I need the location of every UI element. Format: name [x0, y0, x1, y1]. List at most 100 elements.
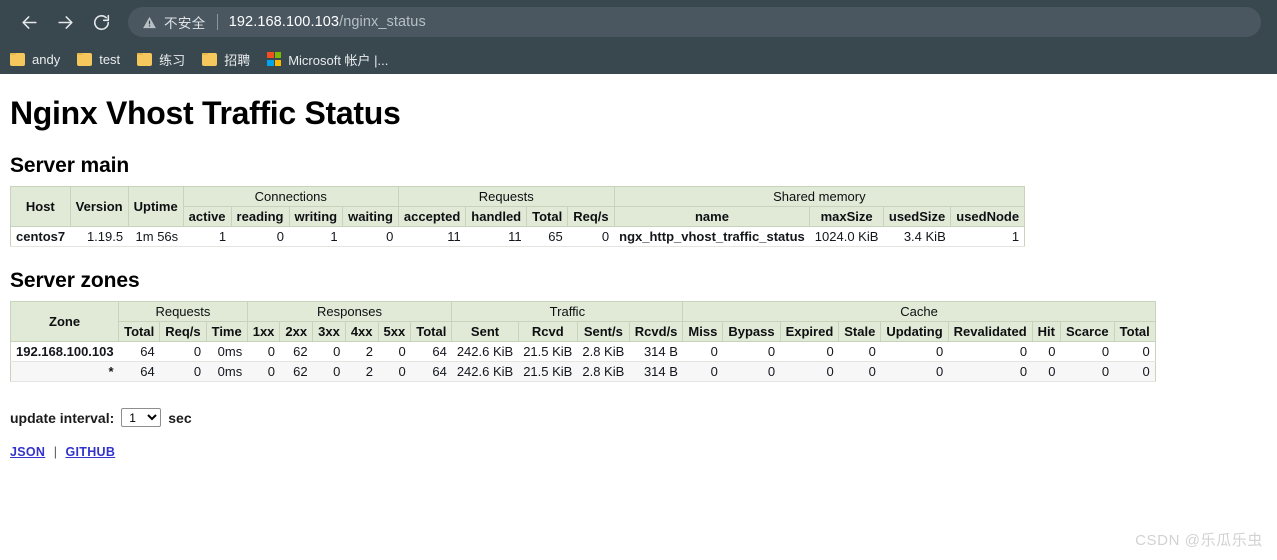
- url-text: 192.168.100.103/nginx_status: [229, 14, 426, 30]
- cell-req-time: 0ms: [206, 361, 248, 382]
- cell-writing: 1: [289, 226, 343, 247]
- json-link[interactable]: JSON: [10, 445, 45, 459]
- col-handled: handled: [465, 206, 528, 227]
- cell-zone: 192.168.100.103: [10, 341, 119, 362]
- col-traffic-rcvd-s: Rcvd/s: [628, 321, 684, 342]
- col-writing: writing: [288, 206, 344, 227]
- col-cache-stale: Stale: [838, 321, 882, 342]
- col-resp-total: Total: [410, 321, 453, 342]
- col-cache-total: Total: [1113, 321, 1156, 342]
- security-status-label: 不安全: [164, 16, 206, 31]
- update-interval-select[interactable]: 1235103060: [121, 408, 162, 427]
- cell-resp-total: 64: [410, 361, 452, 382]
- col-resp-3xx: 3xx: [312, 321, 346, 342]
- server-zones-table: Zone Requests Responses Traffic Cache To…: [9, 301, 1156, 382]
- cell-resp-2xx: 62: [279, 341, 313, 362]
- cell-waiting: 0: [342, 226, 399, 247]
- bookmark-label: 练习: [159, 52, 186, 68]
- bookmark-zhaopin[interactable]: 招聘: [202, 50, 250, 69]
- cell-resp-2xx: 62: [279, 361, 313, 382]
- back-arrow-icon: [20, 13, 39, 32]
- github-link[interactable]: GITHUB: [65, 445, 115, 459]
- cell-cache-expired: 0: [780, 341, 839, 362]
- cell-cache-total: 0: [1114, 361, 1156, 382]
- col-shm-used-node: usedNode: [950, 206, 1026, 227]
- cell-cache-scarce: 0: [1060, 361, 1115, 382]
- table-header-group-row: Zone Requests Responses Traffic Cache: [9, 301, 1156, 342]
- cell-accepted: 11: [398, 226, 466, 247]
- bookmark-microsoft-account[interactable]: Microsoft 帐户 |...: [267, 50, 388, 69]
- update-interval-label: update interval:: [10, 409, 115, 426]
- col-host: Host: [10, 186, 71, 227]
- back-button[interactable]: [14, 7, 44, 37]
- bookmark-test[interactable]: test: [77, 52, 120, 67]
- cell-host: centos7: [10, 226, 71, 247]
- bookmark-andy[interactable]: andy: [10, 52, 60, 67]
- col-req-total: Total: [526, 206, 569, 227]
- cell-zone: *: [10, 361, 119, 382]
- section-title-server-zones: Server zones: [10, 269, 140, 292]
- col-req-per-sec: Req/s: [567, 206, 615, 227]
- col-uptime: Uptime: [127, 186, 184, 227]
- cell-req-total: 64: [118, 361, 160, 382]
- cell-traffic-rcvd-s: 314 B: [629, 341, 683, 362]
- watermark: CSDN @乐瓜乐虫: [1135, 532, 1263, 549]
- cell-traffic-rcvd-s: 314 B: [629, 361, 683, 382]
- server-main-table: Host Version Uptime Connections Requests…: [10, 186, 1026, 247]
- cell-req-per-sec: 0: [159, 361, 207, 382]
- update-interval-unit: sec: [168, 409, 192, 426]
- microsoft-logo-icon: [267, 52, 282, 66]
- reload-button[interactable]: [86, 7, 116, 37]
- folder-icon: [202, 52, 218, 66]
- cell-req-total: 65: [526, 226, 568, 247]
- table-row: centos7 1.19.5 1m 56s 1 0 1 0 11 11 65 0…: [10, 226, 1025, 247]
- col-cache-expired: Expired: [779, 321, 840, 342]
- cell-resp-total: 64: [410, 341, 452, 362]
- folder-icon: [10, 52, 25, 66]
- page-content: Nginx Vhost Traffic Status Server main H…: [0, 95, 1277, 459]
- reload-icon: [92, 13, 111, 32]
- cell-handled: 11: [465, 226, 527, 247]
- table-row: * 64 0 0ms 0 62 0 2 0 64 242.6 KiB 21.5 …: [10, 361, 1156, 382]
- section-title-server-main: Server main: [10, 154, 130, 177]
- bookmark-label: Microsoft 帐户 |...: [288, 52, 389, 68]
- cell-req-per-sec: 0: [567, 226, 615, 247]
- table-header-group-row: Host Version Uptime Connections Requests…: [10, 186, 1026, 227]
- cell-shm-max-size: 1024.0 KiB: [809, 226, 884, 247]
- forward-button[interactable]: [50, 7, 80, 37]
- col-cache-hit: Hit: [1031, 321, 1062, 342]
- cell-cache-stale: 0: [838, 341, 881, 362]
- col-version: Version: [69, 186, 129, 227]
- cell-shm-used-size: 3.4 KiB: [883, 226, 951, 247]
- cell-resp-4xx: 2: [345, 361, 379, 382]
- cell-cache-updating: 0: [880, 361, 949, 382]
- cell-cache-expired: 0: [780, 361, 839, 382]
- cell-version: 1.19.5: [70, 226, 129, 247]
- cell-cache-total: 0: [1114, 341, 1156, 362]
- url-path: /nginx_status: [339, 14, 426, 30]
- col-req-per-sec: Req/s: [159, 321, 207, 342]
- col-req-time: Time: [205, 321, 248, 342]
- col-reading: reading: [230, 206, 290, 227]
- page-title: Nginx Vhost Traffic Status: [10, 95, 401, 131]
- cell-traffic-sent: 242.6 KiB: [451, 361, 519, 382]
- cell-req-per-sec: 0: [159, 341, 207, 362]
- col-resp-4xx: 4xx: [344, 321, 379, 342]
- browser-toolbar: 不安全 192.168.100.103/nginx_status: [0, 0, 1277, 44]
- cell-resp-5xx: 0: [378, 341, 411, 362]
- address-bar[interactable]: 不安全 192.168.100.103/nginx_status: [128, 7, 1261, 37]
- bookmark-label: 招聘: [224, 52, 251, 68]
- cell-cache-hit: 0: [1032, 361, 1061, 382]
- folder-icon: [77, 52, 93, 66]
- colgroup-connections: Connections: [182, 186, 399, 207]
- cell-resp-1xx: 0: [247, 361, 280, 382]
- cell-cache-bypass: 0: [722, 361, 781, 382]
- bookmark-lianxi[interactable]: 练习: [137, 50, 185, 69]
- colgroup-traffic: Traffic: [451, 301, 684, 322]
- bookmark-label: test: [99, 51, 121, 67]
- cell-traffic-sent-s: 2.8 KiB: [577, 341, 630, 362]
- warning-triangle-icon: [142, 15, 157, 30]
- col-shm-max-size: maxSize: [809, 206, 884, 227]
- bookmark-label: andy: [32, 51, 61, 67]
- cell-traffic-sent: 242.6 KiB: [451, 341, 519, 362]
